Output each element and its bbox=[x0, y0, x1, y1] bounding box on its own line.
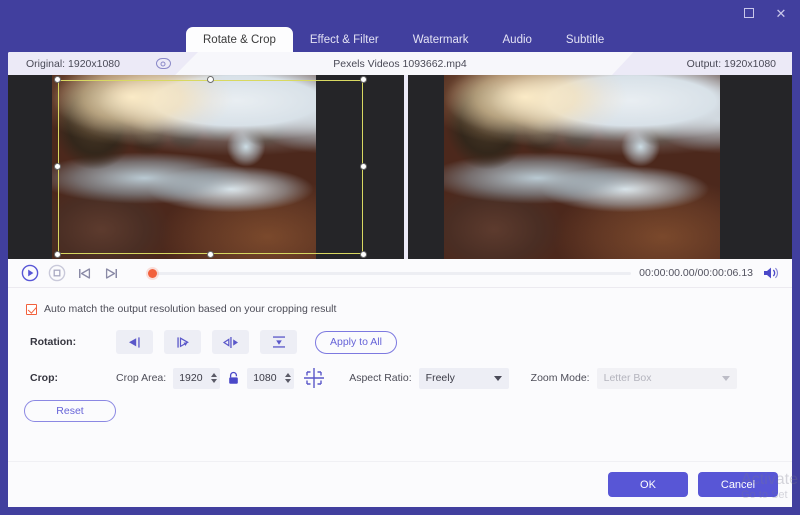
eye-icon[interactable] bbox=[155, 58, 171, 69]
skip-previous-icon[interactable] bbox=[74, 263, 94, 283]
zoom-mode-select: Letter Box bbox=[596, 367, 737, 389]
auto-match-label: Auto match the output resolution based o… bbox=[44, 303, 337, 315]
zoom-mode-label: Zoom Mode: bbox=[530, 372, 590, 384]
lock-icon[interactable] bbox=[227, 371, 240, 386]
tab-watermark[interactable]: Watermark bbox=[396, 27, 486, 52]
aspect-ratio-label: Aspect Ratio: bbox=[349, 372, 412, 384]
crop-handle-bottom-center[interactable] bbox=[206, 251, 214, 258]
flip-vertical-icon[interactable] bbox=[260, 330, 297, 354]
auto-match-checkbox[interactable] bbox=[26, 303, 37, 315]
tab-bar: Rotate & Crop Effect & Filter Watermark … bbox=[0, 27, 800, 52]
output-video-frame bbox=[444, 75, 756, 259]
output-letterbox-right bbox=[720, 75, 756, 259]
output-resolution-group: Output: 1920x1080 bbox=[612, 52, 792, 75]
crop-grid-icon[interactable] bbox=[301, 366, 327, 390]
close-icon[interactable]: ✕ bbox=[772, 4, 790, 22]
rotation-label: Rotation: bbox=[30, 336, 77, 348]
letterbox-left bbox=[8, 75, 52, 259]
crop-height-stepper[interactable]: 1080 bbox=[247, 367, 295, 389]
output-preview[interactable] bbox=[408, 75, 792, 259]
crop-handle-bottom-left[interactable] bbox=[54, 251, 61, 258]
tab-label: Subtitle bbox=[565, 33, 605, 46]
stop-circle-icon[interactable] bbox=[47, 263, 67, 283]
settings-panel: Auto match the output resolution based o… bbox=[8, 288, 792, 443]
output-resolution-label: Output: 1920x1080 bbox=[686, 57, 776, 70]
crop-height-decrement[interactable] bbox=[285, 379, 292, 383]
title-bar: ✕ bbox=[0, 0, 800, 28]
cancel-button[interactable]: Cancel bbox=[698, 472, 778, 497]
tab-label: Watermark bbox=[412, 33, 469, 46]
play-circle-icon[interactable] bbox=[20, 263, 40, 283]
ok-label: OK bbox=[640, 478, 656, 491]
maximize-icon[interactable] bbox=[740, 4, 758, 22]
cancel-label: Cancel bbox=[720, 478, 756, 491]
crop-handle-middle-right[interactable] bbox=[360, 163, 367, 170]
rotation-row: Rotation: Apply to All bbox=[8, 330, 792, 354]
skip-next-icon[interactable] bbox=[101, 263, 121, 283]
apply-to-all-label: Apply to All bbox=[330, 336, 382, 348]
video-editor-window: ✕ Rotate & Crop Effect & Filter Watermar… bbox=[0, 0, 800, 515]
flip-horizontal-icon[interactable] bbox=[212, 330, 249, 354]
info-bar: Pexels Videos 1093662.mp4 Original: 1920… bbox=[8, 52, 792, 75]
crop-height-increment[interactable] bbox=[285, 373, 292, 377]
apply-to-all-button[interactable]: Apply to All bbox=[315, 330, 397, 354]
reset-label: Reset bbox=[56, 405, 84, 417]
chevron-down-icon bbox=[493, 375, 502, 381]
crop-height-arrows[interactable] bbox=[285, 373, 292, 383]
source-preview[interactable] bbox=[8, 75, 404, 259]
main-panel: Pexels Videos 1093662.mp4 Original: 1920… bbox=[8, 52, 792, 507]
crop-handle-top-center[interactable] bbox=[206, 76, 214, 83]
player-controls: 00:00:00.00/00:00:06.13 bbox=[8, 259, 792, 288]
window-controls: ✕ bbox=[740, 4, 790, 22]
preview-area bbox=[8, 75, 792, 259]
tab-subtitle[interactable]: Subtitle bbox=[549, 27, 621, 52]
rotate-right-icon[interactable] bbox=[164, 330, 201, 354]
tab-label: Audio bbox=[502, 33, 532, 46]
timeline-track[interactable] bbox=[150, 271, 632, 275]
tab-effect-filter[interactable]: Effect & Filter bbox=[293, 27, 396, 52]
output-letterbox-left bbox=[408, 75, 444, 259]
zoom-mode-value: Letter Box bbox=[603, 372, 652, 384]
crop-row: Crop: Crop Area: 1920 1080 Aspect Ratio:… bbox=[8, 366, 792, 390]
original-resolution-group: Original: 1920x1080 bbox=[8, 52, 198, 75]
aspect-ratio-select[interactable]: Freely bbox=[418, 367, 509, 389]
aspect-ratio-value: Freely bbox=[425, 372, 455, 384]
tab-audio[interactable]: Audio bbox=[486, 27, 549, 52]
chevron-down-icon bbox=[721, 375, 730, 381]
dialog-footer: OK Cancel Activate Go to Set bbox=[8, 461, 798, 507]
crop-width-decrement[interactable] bbox=[211, 379, 218, 383]
crop-handle-bottom-right[interactable] bbox=[360, 251, 367, 258]
crop-label: Crop: bbox=[30, 372, 58, 384]
auto-match-row: Auto match the output resolution based o… bbox=[8, 300, 792, 318]
reset-button[interactable]: Reset bbox=[24, 400, 116, 422]
crop-handle-middle-left[interactable] bbox=[54, 163, 61, 170]
ok-button[interactable]: OK bbox=[608, 472, 688, 497]
rotate-left-icon[interactable] bbox=[116, 330, 153, 354]
tab-label: Rotate & Crop bbox=[203, 33, 276, 46]
original-resolution-label: Original: 1920x1080 bbox=[26, 57, 120, 70]
timeline-scrubber[interactable] bbox=[142, 263, 632, 283]
timecode-label: 00:00:00.00/00:00:06.13 bbox=[639, 267, 753, 279]
crop-handles bbox=[54, 76, 367, 258]
speaker-icon[interactable] bbox=[762, 265, 780, 281]
reset-row: Reset bbox=[8, 400, 792, 422]
crop-width-arrows[interactable] bbox=[211, 373, 218, 383]
crop-height-value: 1080 bbox=[253, 372, 277, 384]
tab-label: Effect & Filter bbox=[309, 33, 379, 46]
crop-area-label: Crop Area: bbox=[116, 372, 167, 384]
crop-width-stepper[interactable]: 1920 bbox=[173, 367, 221, 389]
crop-width-value: 1920 bbox=[179, 372, 203, 384]
timeline-playhead[interactable] bbox=[148, 268, 157, 278]
crop-width-increment[interactable] bbox=[211, 373, 218, 377]
tab-rotate-crop[interactable]: Rotate & Crop bbox=[186, 27, 293, 52]
crop-handle-top-right[interactable] bbox=[360, 76, 367, 83]
crop-handle-top-left[interactable] bbox=[54, 76, 61, 83]
